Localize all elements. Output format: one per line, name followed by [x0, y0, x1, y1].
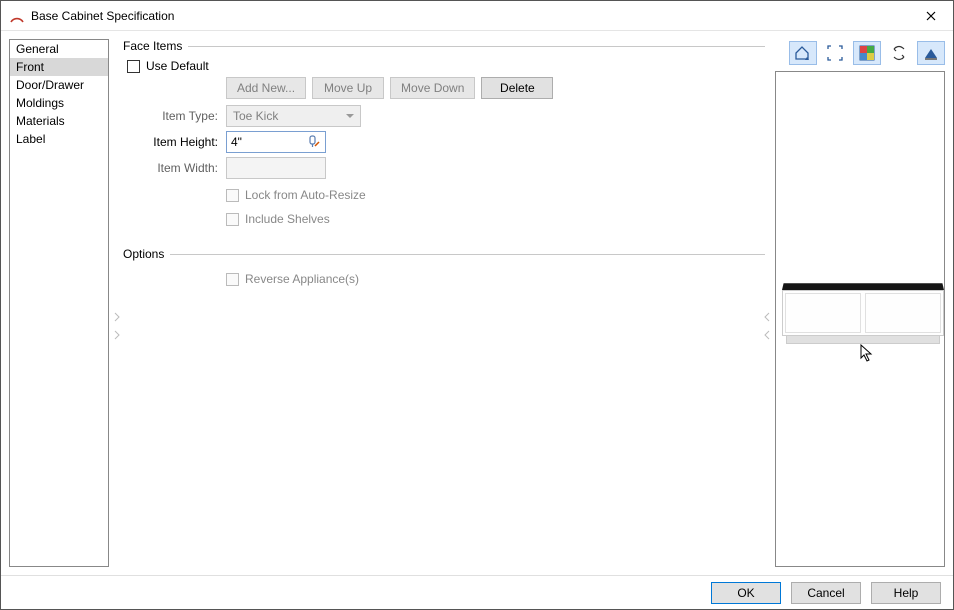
- dialog-title: Base Cabinet Specification: [31, 9, 174, 23]
- chevron-down-icon: [346, 114, 354, 118]
- preview-toolbar: [775, 39, 945, 67]
- add-new-button[interactable]: Add New...: [226, 77, 306, 99]
- close-button[interactable]: [908, 1, 953, 31]
- lock-auto-resize-checkbox: Lock from Auto-Resize: [226, 188, 366, 202]
- ok-button[interactable]: OK: [711, 582, 781, 604]
- use-default-label: Use Default: [146, 59, 209, 73]
- measure-icon[interactable]: [306, 134, 322, 150]
- nav-item-materials[interactable]: Materials: [10, 112, 108, 130]
- elevation-icon[interactable]: [917, 41, 945, 65]
- preview-viewport[interactable]: [775, 71, 945, 567]
- preview-pane: [775, 39, 945, 567]
- nav-item-label[interactable]: Label: [10, 130, 108, 148]
- category-list[interactable]: GeneralFrontDoor/DrawerMoldingsMaterials…: [9, 39, 109, 567]
- dialog-body: GeneralFrontDoor/DrawerMoldingsMaterials…: [1, 31, 953, 575]
- item-height-label: Item Height:: [123, 135, 218, 149]
- app-icon: [9, 8, 25, 24]
- item-height-value: 4": [231, 135, 242, 149]
- face-items-group-header: Face Items: [123, 39, 765, 53]
- move-down-button[interactable]: Move Down: [390, 77, 475, 99]
- lock-auto-resize-label: Lock from Auto-Resize: [245, 188, 366, 202]
- cabinet-preview: [782, 282, 944, 344]
- include-shelves-checkbox: Include Shelves: [226, 212, 330, 226]
- home-view-icon[interactable]: [789, 41, 817, 65]
- move-up-button[interactable]: Move Up: [312, 77, 384, 99]
- help-button[interactable]: Help: [871, 582, 941, 604]
- zoom-extents-icon[interactable]: [821, 41, 849, 65]
- splitter-right-handle[interactable]: [763, 301, 771, 351]
- item-height-input[interactable]: 4": [226, 131, 326, 153]
- include-shelves-label: Include Shelves: [245, 212, 330, 226]
- reverse-appliance-label: Reverse Appliance(s): [245, 272, 359, 286]
- item-type-value: Toe Kick: [233, 109, 278, 123]
- reverse-appliance-checkbox: Reverse Appliance(s): [226, 272, 359, 286]
- cursor-icon: [860, 344, 874, 365]
- nav-item-front[interactable]: Front: [10, 58, 108, 76]
- orbit-icon[interactable]: [885, 41, 913, 65]
- nav-item-door-drawer[interactable]: Door/Drawer: [10, 76, 108, 94]
- item-type-combo: Toe Kick: [226, 105, 361, 127]
- item-width-label: Item Width:: [123, 161, 218, 175]
- options-group-header: Options: [123, 247, 765, 261]
- delete-button[interactable]: Delete: [481, 77, 553, 99]
- face-items-group-label: Face Items: [123, 39, 182, 53]
- color-toggle-icon[interactable]: [853, 41, 881, 65]
- splitter-left-handle[interactable]: [113, 301, 121, 351]
- nav-item-general[interactable]: General: [10, 40, 108, 58]
- use-default-checkbox[interactable]: Use Default: [127, 59, 209, 73]
- item-type-label: Item Type:: [123, 109, 218, 123]
- dialog-window: Base Cabinet Specification GeneralFrontD…: [0, 0, 954, 610]
- options-group-label: Options: [123, 247, 164, 261]
- dialog-footer: OK Cancel Help: [1, 575, 953, 609]
- cancel-button[interactable]: Cancel: [791, 582, 861, 604]
- titlebar: Base Cabinet Specification: [1, 1, 953, 31]
- nav-item-moldings[interactable]: Moldings: [10, 94, 108, 112]
- item-width-input: [226, 157, 326, 179]
- center-panel: Face Items Use Default Add New... Move U…: [113, 31, 771, 575]
